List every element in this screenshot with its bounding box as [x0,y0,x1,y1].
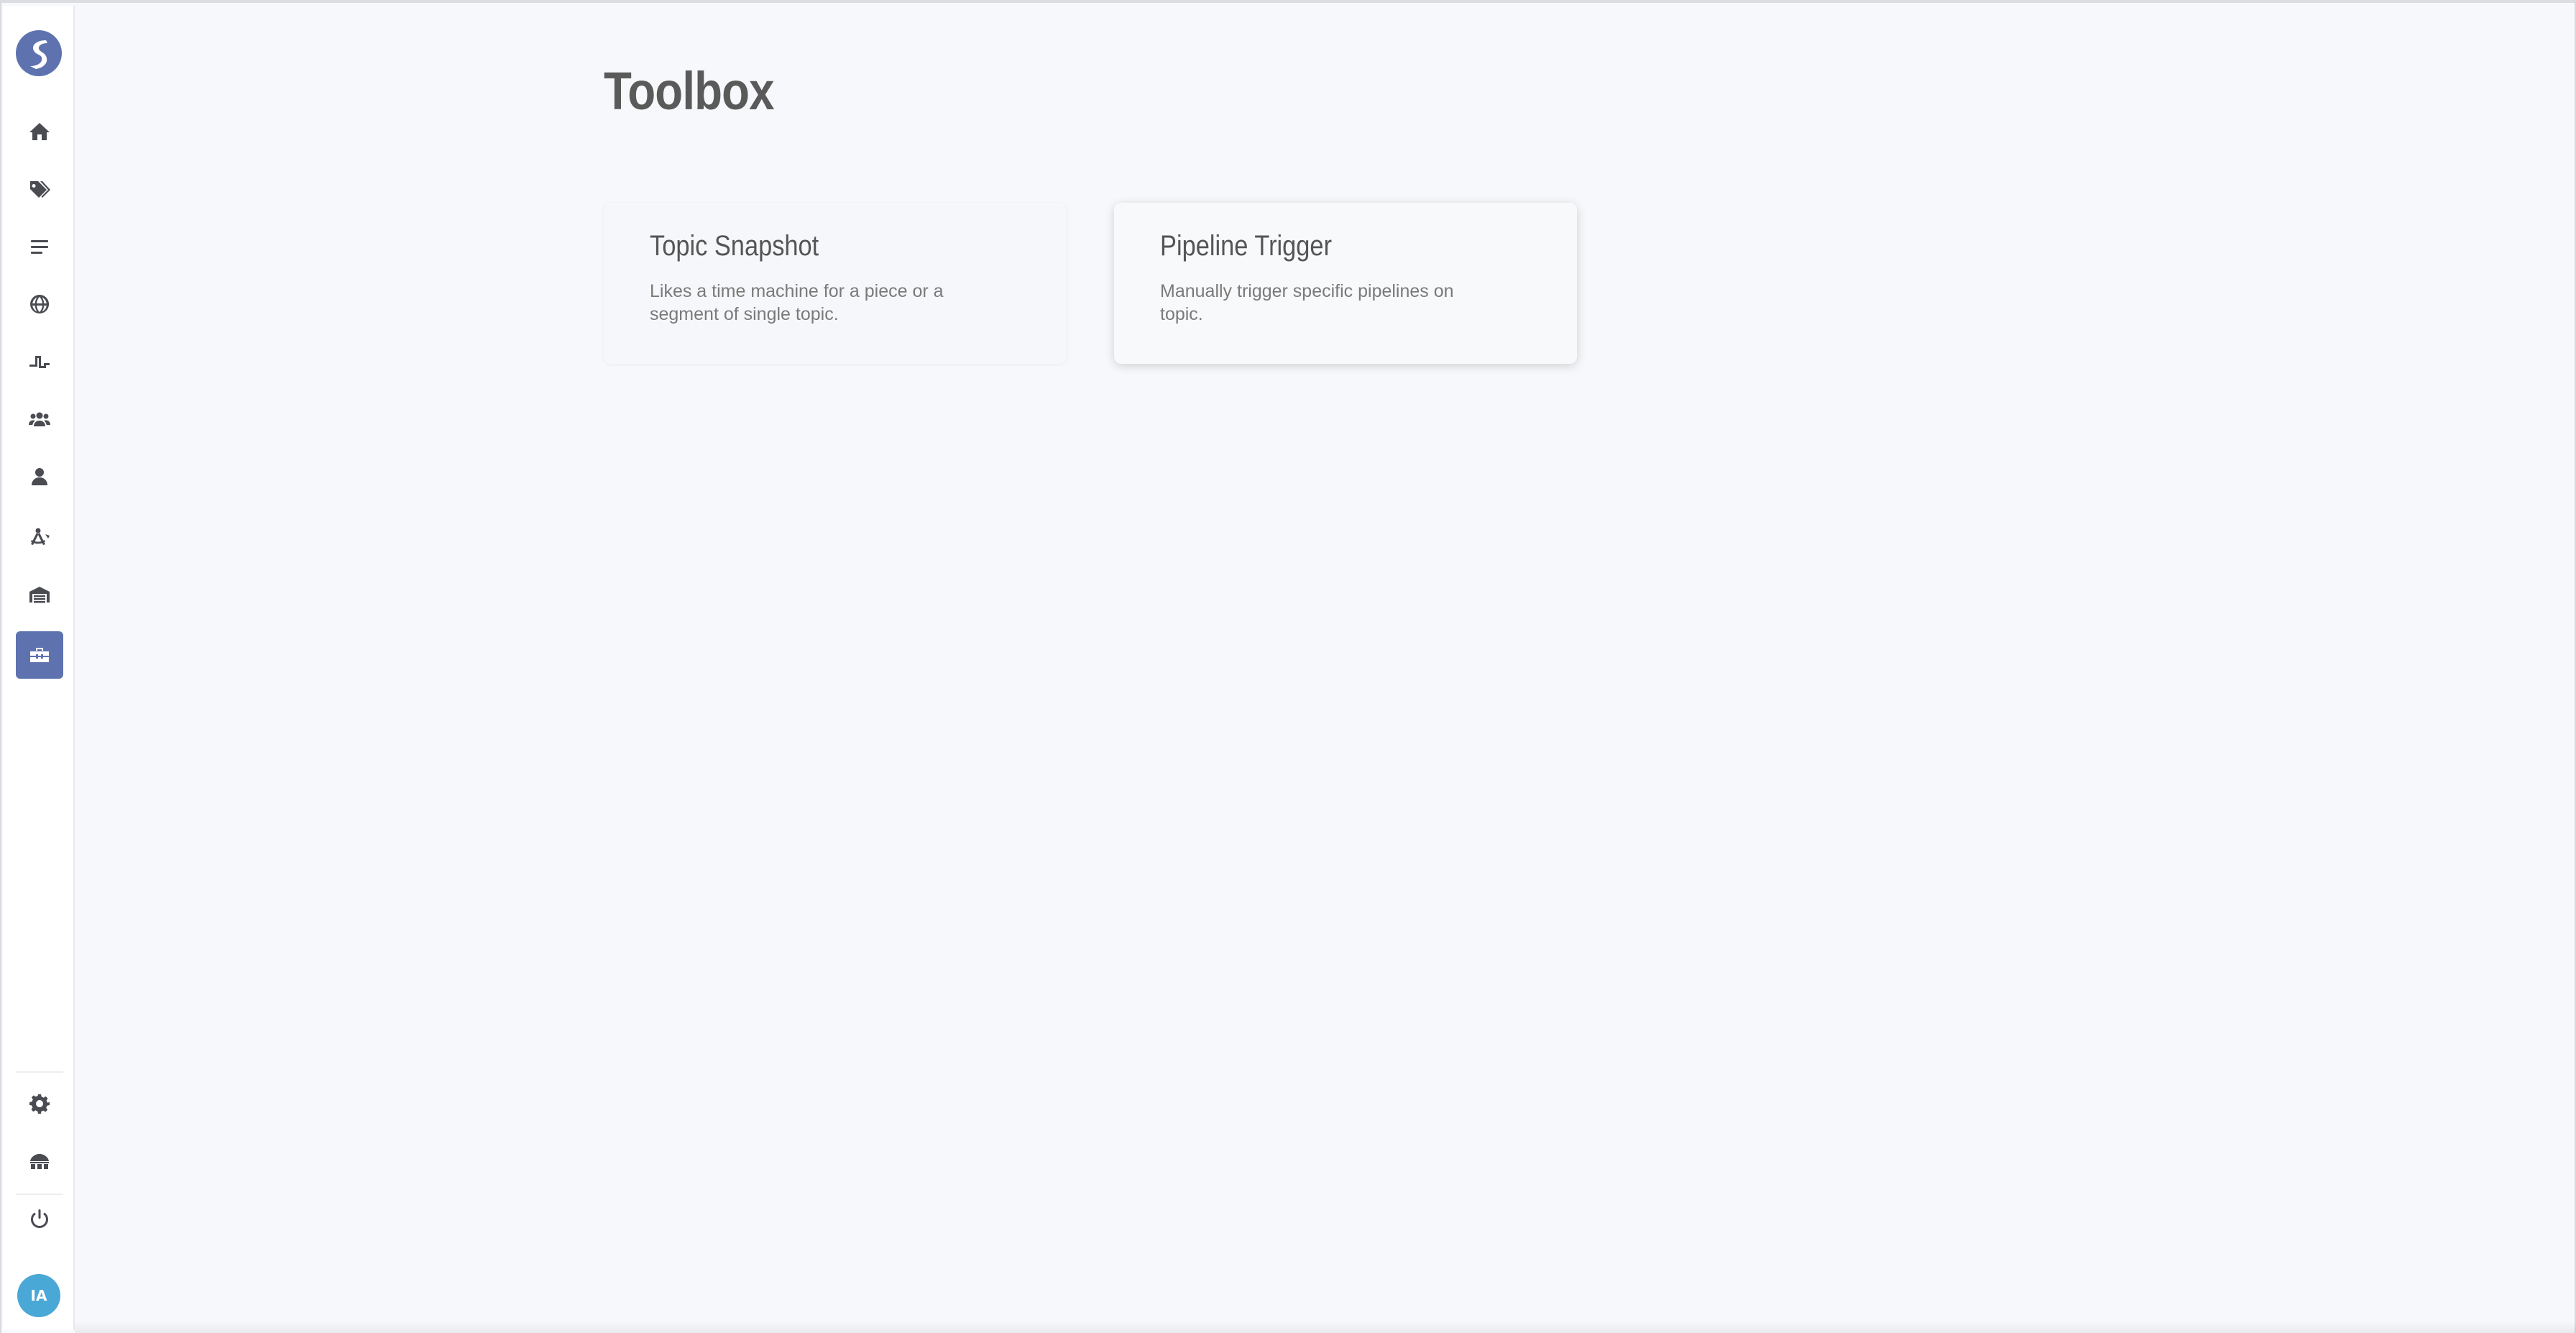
tags-icon [30,181,50,198]
card-topic-snapshot[interactable]: Topic Snapshot Likes a time machine for … [604,203,1067,364]
gear-icon [29,1094,50,1114]
sidebar-item-settings[interactable] [16,1080,63,1127]
app-window: IA Toolbox Topic Snapshot Likes a time m… [0,0,2576,1333]
user-icon [32,468,47,485]
logout-button[interactable] [16,1195,63,1242]
sidebar-item-list[interactable] [16,223,63,270]
warehouse-icon [29,587,50,603]
sidebar-item-drafting[interactable] [16,513,63,561]
sidebar-item-globe[interactable] [16,280,63,328]
card-pipeline-trigger[interactable]: Pipeline Trigger Manually trigger specif… [1114,203,1577,364]
globe-icon [30,295,50,313]
sidebar-item-network[interactable] [16,1137,63,1185]
sidebar-item-tags[interactable] [16,165,63,213]
card-title: Pipeline Trigger [1160,230,1333,262]
sidebar-item-users[interactable] [16,395,63,443]
card-description: Manually trigger specific pipelines on t… [1160,281,1454,324]
compass-drafting-icon [31,528,50,545]
power-icon [31,1209,48,1228]
list-icon [31,240,48,254]
network-icon [30,1154,49,1169]
card-description: Likes a time machine for a piece or a se… [650,281,944,324]
logo-icon [30,40,47,69]
avatar-initials: IA [30,1287,47,1304]
users-icon [29,412,50,426]
sidebar-item-user[interactable] [16,453,63,500]
pulse-icon [29,356,50,368]
sidebar-item-pulse[interactable] [16,338,63,385]
sidebar-divider [16,1071,63,1073]
home-icon [29,123,50,140]
card-title: Topic Snapshot [650,230,819,262]
sidebar-item-toolbox[interactable] [16,631,63,679]
sidebar-item-home[interactable] [16,108,63,155]
toolbox-icon [30,648,49,662]
sidebar-item-warehouse[interactable] [16,571,63,618]
window-bottom-edge [75,1321,2576,1333]
page-title: Toolbox [604,61,775,121]
avatar[interactable]: IA [17,1274,60,1317]
sidebar: IA [3,6,75,1330]
app-logo[interactable] [16,30,62,76]
